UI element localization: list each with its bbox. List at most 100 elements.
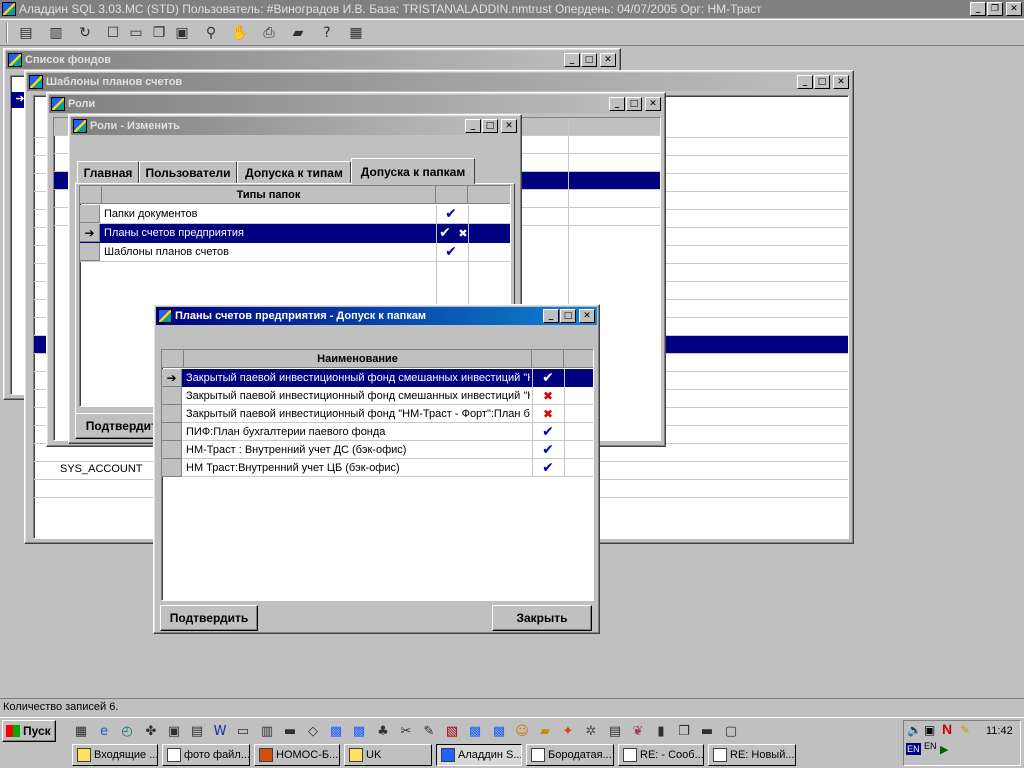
maximize-button[interactable]: □ (814, 75, 830, 89)
close-button[interactable]: ✕ (501, 119, 517, 133)
table-row[interactable]: ПИФ:План бухгалтерии паевого фонда ✔ (162, 423, 593, 441)
taskbar-item-re-message[interactable]: RE: - Сооб... (618, 744, 704, 766)
network-icon[interactable]: ▣ (924, 723, 935, 737)
cross-icon[interactable]: ✖ (533, 387, 563, 405)
binoculars-icon[interactable]: ⚲ (200, 22, 222, 44)
close-button[interactable]: ✕ (600, 53, 616, 67)
column-header-check[interactable] (532, 350, 564, 368)
check-icon[interactable]: ✔ (436, 205, 466, 223)
aladdin-icon[interactable]: ▩ (490, 722, 508, 740)
hand-icon[interactable]: ✋ (229, 22, 251, 44)
module-icon[interactable]: ▦ (345, 22, 367, 44)
app-icon[interactable]: ▣ (165, 722, 183, 740)
antivirus-icon[interactable]: N (942, 721, 952, 737)
folder-open-icon[interactable]: ◇ (304, 722, 322, 740)
column-header-extra[interactable] (468, 186, 510, 204)
pen-icon[interactable]: ✎ (960, 723, 970, 737)
bars-icon[interactable]: ▮ (652, 722, 670, 740)
start-button[interactable]: Пуск (2, 720, 56, 742)
taskbar-item-re-new[interactable]: RE: Новый... (708, 744, 796, 766)
column-header[interactable]: Типы папок (102, 186, 436, 204)
form-icon[interactable]: ▤ (606, 722, 624, 740)
table-row[interactable]: ➔ Планы счетов предприятия ✔ ✖ (80, 224, 510, 243)
taskbar-item-aladdin[interactable]: Аладдин S... (436, 744, 522, 766)
taskbar-item-uk[interactable]: UK (344, 744, 432, 766)
close-button[interactable]: ✕ (645, 97, 661, 111)
cross-icon[interactable]: ✖ (533, 405, 563, 423)
check-icon[interactable]: ✔ (533, 459, 563, 477)
aladdin-icon[interactable]: ▩ (466, 722, 484, 740)
help-icon[interactable]: ? (316, 22, 338, 44)
aladdin-icon[interactable]: ▩ (350, 722, 368, 740)
pen-icon[interactable]: ✎ (420, 722, 438, 740)
cascade-icon[interactable]: ❐ (148, 22, 170, 44)
disk-icon[interactable]: ▬ (698, 722, 716, 740)
close-button[interactable]: ✕ (1006, 2, 1022, 16)
close-button[interactable]: ✕ (833, 75, 849, 89)
column-header-extra[interactable] (564, 350, 593, 368)
aladdin-icon[interactable]: ▩ (327, 722, 345, 740)
tile-icon[interactable]: ▣ (171, 22, 193, 44)
folder-icon[interactable]: ▰ (287, 22, 309, 44)
refresh-icon[interactable]: ↻ (74, 22, 96, 44)
taskbar-item-photo[interactable]: фото файл... (162, 744, 250, 766)
maximize-button[interactable]: □ (482, 119, 498, 133)
puzzle-icon[interactable]: ✤ (142, 722, 160, 740)
word-icon[interactable]: W (211, 722, 229, 740)
cat-icon[interactable]: ❦ (629, 722, 647, 740)
maximize-button[interactable]: □ (626, 97, 642, 111)
window-list-icon[interactable]: ▭ (125, 22, 147, 44)
close-button[interactable]: ✕ (579, 309, 595, 323)
table-row[interactable]: Папки документов ✔ (80, 205, 510, 224)
minimize-button[interactable]: _ (465, 119, 481, 133)
check-icon[interactable]: ✔ (436, 243, 466, 261)
table-row[interactable]: НМ-Траст : Внутренний учет ДС (бэк-офис)… (162, 441, 593, 459)
check-icon[interactable]: ✔ (533, 369, 563, 387)
window-icon[interactable]: ☐ (102, 22, 124, 44)
restore-button[interactable]: ❐ (987, 2, 1003, 16)
ie-icon[interactable]: e (95, 722, 113, 740)
database-icon[interactable]: ▥ (45, 22, 67, 44)
smile-icon[interactable]: ☺ (513, 722, 531, 740)
tools-icon[interactable]: ✂ (397, 722, 415, 740)
minimize-button[interactable]: _ (564, 53, 580, 67)
copy-icon[interactable]: ❐ (675, 722, 693, 740)
clock[interactable]: 11:42 (986, 725, 1013, 737)
disk-icon[interactable]: ▬ (281, 722, 299, 740)
table-row[interactable]: НМ Траст:Внутренний учет ЦБ (бэк-офис) ✔ (162, 459, 593, 477)
language-indicator[interactable]: EN (906, 743, 921, 755)
column-header-name[interactable]: Наименование (184, 350, 532, 368)
volume-icon[interactable]: 🔈 (907, 723, 922, 737)
minimize-button[interactable]: _ (970, 2, 986, 16)
check-icon[interactable]: ✔ (533, 423, 563, 441)
clock-icon[interactable]: ◴ (118, 722, 136, 740)
tab-main[interactable]: Главная (77, 161, 139, 183)
tray-app-icon[interactable]: ▶ (940, 743, 948, 756)
tree-icon[interactable]: ♣ (374, 722, 392, 740)
tab-users[interactable]: Пользователи (139, 161, 237, 183)
confirm-button[interactable]: Подтвердить (160, 605, 258, 631)
taskbar-item-nomos[interactable]: НОМОС-Б... (254, 744, 340, 766)
close-dialog-button[interactable]: Закрыть (492, 605, 592, 631)
keyboard-icon[interactable]: ▤ (188, 722, 206, 740)
minimize-button[interactable]: _ (543, 309, 559, 323)
taskbar-item-bearded[interactable]: Бородатая... (526, 744, 614, 766)
chart-icon[interactable]: ▧ (443, 722, 461, 740)
grid-icon[interactable]: ▥ (258, 722, 276, 740)
check-icon[interactable]: ✔ (533, 441, 563, 459)
tab-folder-access[interactable]: Допуска к папкам (351, 158, 475, 184)
tab-type-access[interactable]: Допуска к типам (237, 161, 351, 183)
table-row[interactable]: Закрытый паевой инвестиционный фонд смеш… (162, 387, 593, 405)
minimize-button[interactable]: _ (609, 97, 625, 111)
column-header-check[interactable] (436, 186, 468, 204)
cross-icon[interactable]: ✖ (448, 224, 478, 242)
folder-access-grid[interactable]: Наименование ➔ Закрытый паевой инвестици… (161, 349, 594, 601)
table-row[interactable]: Шаблоны планов счетов ✔ (80, 243, 510, 262)
computer-icon[interactable]: ▭ (234, 722, 252, 740)
table-row[interactable]: Закрытый паевой инвестиционный фонд "НМ-… (162, 405, 593, 423)
calendar-icon[interactable]: ▦ (72, 722, 90, 740)
box-icon[interactable]: ▢ (722, 722, 740, 740)
table-row[interactable]: ➔ Закрытый паевой инвестиционный фонд см… (162, 369, 593, 387)
notepad-icon[interactable]: ▤ (15, 22, 37, 44)
fox-icon[interactable]: ✦ (559, 722, 577, 740)
